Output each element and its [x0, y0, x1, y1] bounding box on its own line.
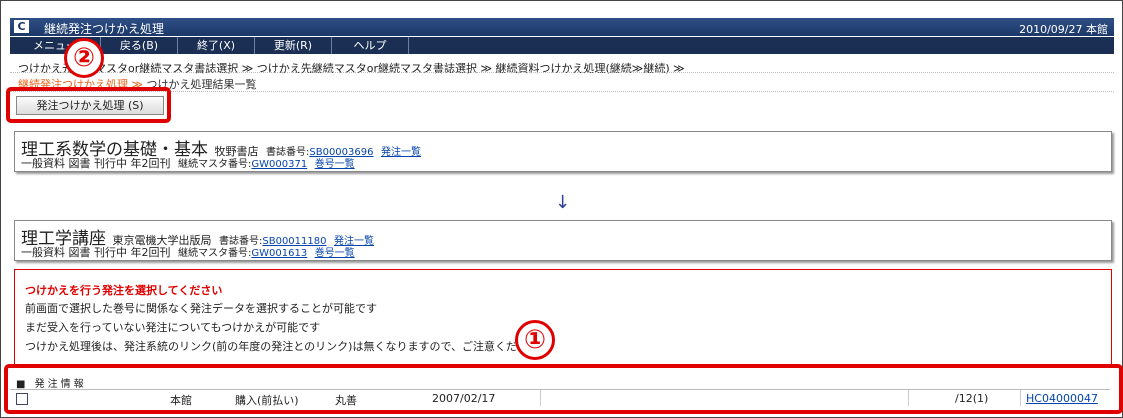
window-title: 継続発注つけかえ処理 [44, 22, 165, 36]
down-arrow-icon: ↓ [555, 192, 571, 213]
source-order-list-link[interactable]: 発注一覧 [381, 147, 421, 158]
notice-box: つけかえを行う発注を選択してください 前画面で選択した巻号に関係なく発注データを… [14, 269, 1112, 367]
divider [10, 72, 1114, 73]
target-series-card: 理工学講座 東京電機大学出版局 書誌番号:SB00011180 発注一覧 一般資… [14, 220, 1112, 261]
notice-line: つけかえ処理後は、発注系統のリンク(前の年度の発注とのリンク)は無くなりますので… [25, 340, 540, 353]
menu-item-refresh[interactable]: 更新(R) [255, 37, 332, 54]
annotation-2: ② [64, 38, 104, 78]
notice-line: 前画面で選択した巻号に関係なく発注データを選択することが可能です [25, 302, 377, 315]
target-master-link[interactable]: GW001613 [251, 248, 307, 259]
menu-item-back[interactable]: 戻る(B) [101, 37, 178, 54]
source-master-label: 継続マスタ番号: [178, 159, 252, 170]
menu-item-exit[interactable]: 終了(X) [178, 37, 255, 54]
target-master-label: 継続マスタ番号: [178, 248, 252, 259]
source-master-link[interactable]: GW000371 [251, 159, 307, 170]
notice-heading: つけかえを行う発注を選択してください [25, 284, 223, 297]
source-volume-list-link[interactable]: 巻号一覧 [315, 159, 355, 170]
menu-item-help[interactable]: ヘルプ [332, 37, 409, 54]
divider [10, 91, 1114, 92]
target-volume-list-link[interactable]: 巻号一覧 [315, 248, 355, 259]
highlight-box-orders [4, 364, 1123, 414]
source-meta: 一般資料 図書 刊行中 年2回刊 [21, 157, 171, 170]
title-bar: C 継続発注つけかえ処理 2010/09/27 本館 [10, 18, 1114, 36]
source-series-card: 理工系数学の基礎・基本 牧野書店 書誌番号:SB00003696 発注一覧 一般… [14, 131, 1112, 172]
target-meta: 一般資料 図書 刊行中 年2回刊 [21, 246, 171, 259]
annotation-1: ① [515, 320, 555, 360]
app-logo-icon: C [14, 20, 29, 33]
notice-line: まだ受入を行っていない発注についてもつけかえが可能です [25, 321, 321, 334]
breadcrumb: つけかえ元継続マスタor継続マスタ書誌選択 ≫ つけかえ先継続マスタor継続マス… [18, 62, 685, 75]
menu-bar: メニュー 戻る(B) 終了(X) 更新(R) ヘルプ [10, 37, 1114, 54]
date-location: 2010/09/27 本館 [1019, 23, 1108, 36]
highlight-box-button [6, 87, 171, 123]
